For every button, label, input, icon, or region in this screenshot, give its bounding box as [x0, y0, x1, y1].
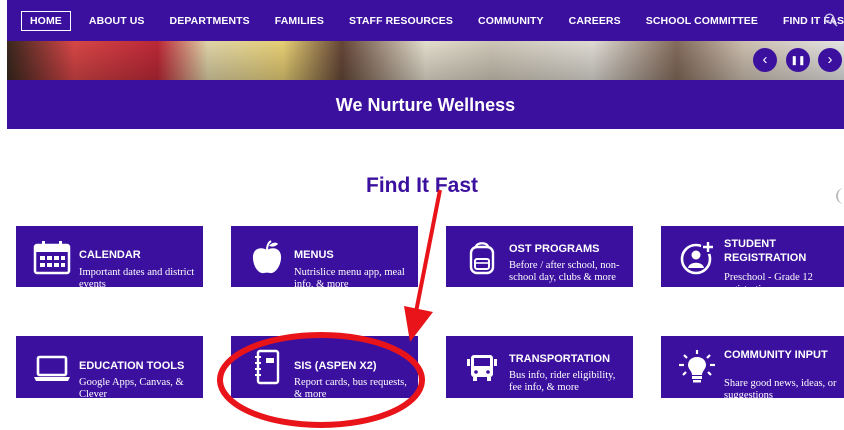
tile-calendar[interactable]: CALENDAR Important dates and district ev…: [16, 226, 203, 290]
search-icon[interactable]: [824, 13, 838, 27]
slideshow-prev-button[interactable]: ‹: [753, 48, 777, 72]
tile-title: TRANSPORTATION: [509, 353, 611, 365]
tile-title: SIS (ASPEN X2): [294, 360, 377, 372]
nav-item-staff-resources[interactable]: STAFF RESOURCES: [349, 15, 453, 27]
tile-sis-aspen-x2[interactable]: SIS (ASPEN X2) Report cards, bus request…: [231, 336, 418, 400]
tile-title: OST PROGRAMS: [509, 243, 600, 255]
calendar-icon: [33, 241, 71, 275]
tile-menus[interactable]: MENUS Nutrislice menu app, meal info, & …: [231, 226, 418, 290]
hero-caption-banner: We Nurture Wellness: [7, 80, 844, 129]
laptop-icon: [34, 355, 70, 381]
tile-community-input[interactable]: COMMUNITY INPUT Share good news, ideas, …: [661, 336, 844, 401]
tile-description: Bus info, rider eligibility, fee info, &…: [509, 370, 616, 393]
tile-title: EDUCATION TOOLS: [79, 360, 185, 372]
tile-description: Preschool - Grade 12 registration: [724, 272, 813, 295]
tile-description: Report cards, bus requests, & more: [294, 377, 407, 400]
nav-item-careers[interactable]: CAREERS: [569, 15, 621, 27]
tile-student-registration[interactable]: STUDENT REGISTRATION Preschool - Grade 1…: [661, 226, 844, 295]
tile-description: Share good news, ideas, or suggestions: [724, 378, 837, 401]
tile-title: MENUS: [294, 249, 334, 261]
tile-title: CALENDAR: [79, 249, 141, 261]
nav-item-community[interactable]: COMMUNITY: [478, 15, 544, 27]
add-user-icon: [680, 240, 715, 275]
lightbulb-icon: [679, 350, 715, 383]
tile-description: Important dates and district events: [79, 267, 195, 290]
backpack-icon: [469, 242, 495, 275]
banner-title: We Nurture Wellness: [335, 95, 516, 115]
tile-title: STUDENT REGISTRATION: [724, 238, 807, 264]
tile-ost-programs[interactable]: OST PROGRAMS Before / after school, non-…: [446, 226, 633, 287]
nav-item-families[interactable]: FAMILIES: [275, 15, 324, 27]
bus-icon: [467, 355, 497, 381]
tile-education-tools[interactable]: EDUCATION TOOLS Google Apps, Canvas, & C…: [16, 336, 203, 400]
nav-item-about-us[interactable]: ABOUT US: [89, 15, 145, 27]
tile-description: Nutrislice menu app, meal info, & more: [294, 267, 405, 290]
notebook-icon: [255, 349, 280, 385]
tile-description: Before / after school, non-school day, c…: [509, 260, 620, 283]
apple-icon: [252, 240, 282, 274]
nav-item-home[interactable]: HOME: [21, 11, 71, 31]
section-title: Find It Fast: [366, 174, 478, 197]
slideshow-next-button[interactable]: ›: [818, 48, 842, 72]
tile-title: COMMUNITY INPUT: [724, 349, 828, 361]
nav-item-departments[interactable]: DEPARTMENTS: [170, 15, 250, 27]
tile-transportation[interactable]: TRANSPORTATION Bus info, rider eligibili…: [446, 336, 633, 398]
tile-description: Google Apps, Canvas, & Clever: [79, 377, 184, 400]
slideshow-pause-button[interactable]: ❚❚: [786, 48, 810, 72]
nav-item-school-committee[interactable]: SCHOOL COMMITTEE: [646, 15, 758, 27]
hero-image: [7, 41, 844, 80]
main-nav: HOME ABOUT US DEPARTMENTS FAMILIES STAFF…: [7, 0, 844, 41]
